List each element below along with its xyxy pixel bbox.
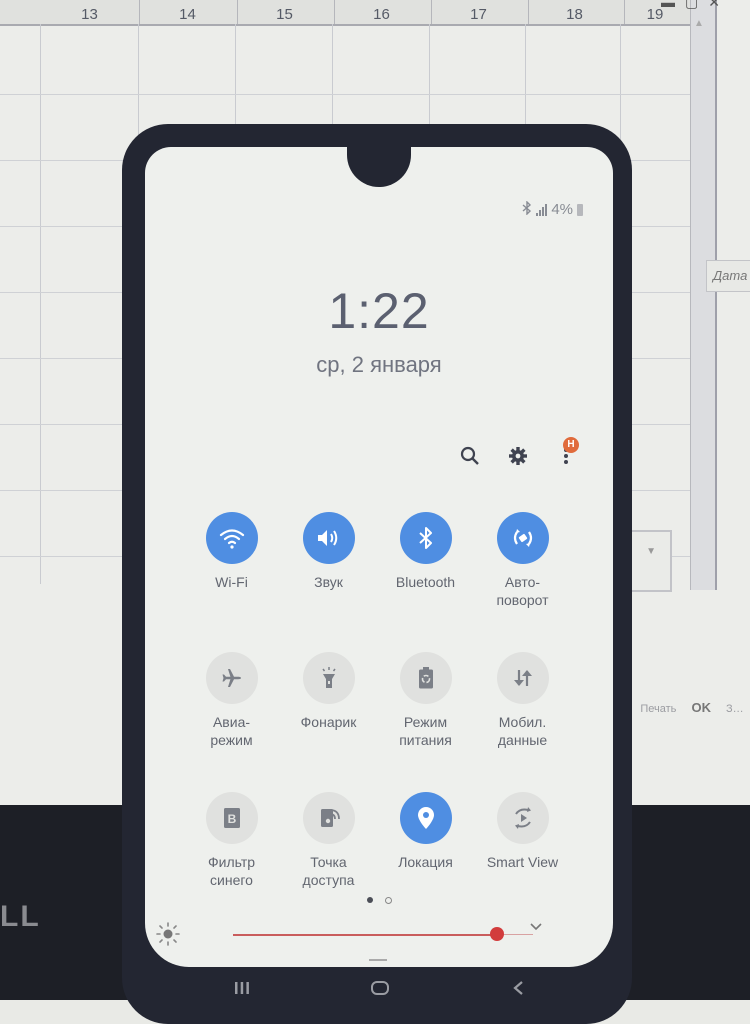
column-header: 17 — [429, 0, 529, 24]
settings-button[interactable] — [507, 445, 529, 467]
panel-actions: H — [459, 437, 579, 467]
recent-apps-button[interactable] — [230, 978, 254, 998]
vertical-scrollbar[interactable] — [690, 0, 717, 590]
column-header: 16 — [332, 0, 432, 24]
sound-toggle[interactable] — [302, 512, 355, 564]
flashlight-icon — [321, 667, 336, 688]
scroll-down-icon[interactable]: ▼ — [646, 546, 656, 557]
home-icon — [371, 981, 389, 995]
svg-text:B: B — [227, 812, 236, 826]
spreadsheet-column-header: 13 14 15 16 17 18 19 — [0, 0, 691, 26]
column-header: 13 — [40, 0, 140, 24]
navigation-bar — [230, 978, 530, 998]
tile-label: Мобил. данные — [497, 714, 548, 748]
brightness-track-filled — [233, 934, 497, 936]
back-icon — [513, 981, 523, 995]
tile-label: Фонарик — [300, 714, 357, 730]
bluetooth-icon — [418, 527, 432, 549]
tile-label: Фильтр синего — [207, 854, 256, 888]
grid-line — [40, 24, 41, 584]
bluetooth-icon — [522, 200, 532, 218]
tile-autorotate[interactable]: Авто- поворот — [474, 512, 571, 636]
tile-bluetooth[interactable]: Bluetooth — [377, 512, 474, 636]
tile-wifi[interactable]: Wi-Fi — [183, 512, 280, 636]
monitor-logo: LL — [0, 900, 41, 933]
page-dot[interactable] — [384, 897, 392, 904]
smart-view-toggle[interactable] — [496, 792, 549, 844]
panel-drag-handle[interactable] — [369, 959, 387, 961]
status-bar: 4% — [522, 200, 583, 218]
power-mode-toggle[interactable] — [399, 652, 452, 704]
speaker-icon — [317, 530, 337, 546]
tile-mobile-data[interactable]: Мобил. данные — [474, 652, 571, 776]
scroll-up-icon[interactable]: ▲ — [694, 18, 704, 29]
airplane-toggle[interactable] — [205, 652, 258, 704]
mobile-data-toggle[interactable] — [496, 652, 549, 704]
home-button[interactable] — [368, 978, 392, 998]
tile-label: Wi-Fi — [215, 574, 248, 590]
tile-label: Авиа- режим — [210, 714, 253, 748]
smart-view-icon — [514, 807, 531, 829]
wifi-toggle[interactable] — [205, 512, 258, 564]
date-field-label: Дата — [706, 260, 750, 292]
tile-airplane[interactable]: Авиа- режим — [183, 652, 280, 776]
notification-badge: H — [563, 437, 579, 453]
column-header: 18 — [525, 0, 625, 24]
search-button[interactable] — [459, 445, 481, 467]
back-button[interactable] — [506, 978, 530, 998]
more-options-button[interactable]: H — [555, 437, 579, 467]
print-button[interactable]: Печать — [640, 703, 676, 715]
column-header: 14 — [138, 0, 238, 24]
lock-clock: 1:22 — [328, 283, 430, 339]
tile-label: Smart View — [486, 854, 559, 870]
airplane-icon — [222, 669, 241, 687]
signal-icon — [536, 203, 548, 216]
gear-icon — [509, 447, 527, 465]
tile-flashlight[interactable]: Фонарик — [280, 652, 377, 776]
power-saving-icon — [418, 667, 433, 689]
tile-label: Точка доступа — [302, 854, 355, 888]
tile-label: Звук — [314, 574, 343, 590]
auto-rotate-icon — [513, 529, 532, 547]
blue-light-filter-icon: B — [223, 808, 240, 828]
phone-screen: 4% 1:22 ср, 2 января H Wi-Fi Звук Blueto… — [145, 147, 613, 967]
battery-icon — [577, 203, 583, 216]
page-indicator — [145, 897, 613, 904]
tile-label: Bluetooth — [395, 574, 456, 590]
ok-button[interactable]: OK — [691, 700, 711, 715]
hotspot-toggle[interactable] — [302, 792, 355, 844]
recent-apps-icon — [235, 982, 249, 994]
search-icon — [460, 446, 479, 465]
flashlight-toggle[interactable] — [302, 652, 355, 704]
location-toggle[interactable] — [399, 792, 452, 844]
camera-notch — [347, 147, 411, 187]
brightness-slider[interactable] — [199, 925, 539, 945]
brightness-sun-icon — [155, 921, 181, 952]
blue-filter-toggle[interactable]: B — [205, 792, 258, 844]
brightness-thumb[interactable] — [490, 927, 504, 941]
chevron-down-icon — [530, 923, 542, 931]
page-dot-active[interactable] — [366, 897, 373, 903]
tile-sound[interactable]: Звук — [280, 512, 377, 636]
grid-line — [0, 94, 700, 95]
hotspot-icon — [320, 809, 340, 827]
background-button[interactable]: З… — [726, 703, 744, 715]
quick-settings-grid: Wi-Fi Звук Bluetooth Авто- поворот Авиа-… — [183, 512, 583, 916]
bluetooth-toggle[interactable] — [399, 512, 452, 564]
lock-date: ср, 2 января — [316, 352, 442, 377]
mobile-data-icon — [513, 670, 532, 686]
autorotate-toggle[interactable] — [496, 512, 549, 564]
tile-label: Локация — [398, 854, 453, 870]
tile-power-mode[interactable]: Режим питания — [377, 652, 474, 776]
expand-brightness-button[interactable] — [529, 919, 543, 937]
tile-label: Режим питания — [399, 714, 452, 748]
tile-label: Авто- поворот — [496, 574, 549, 608]
battery-percent: 4% — [551, 201, 573, 218]
wifi-icon — [219, 529, 244, 549]
location-icon — [417, 807, 434, 829]
window-controls[interactable]: ▬▢✕ — [661, 0, 730, 11]
column-header: 15 — [235, 0, 335, 24]
